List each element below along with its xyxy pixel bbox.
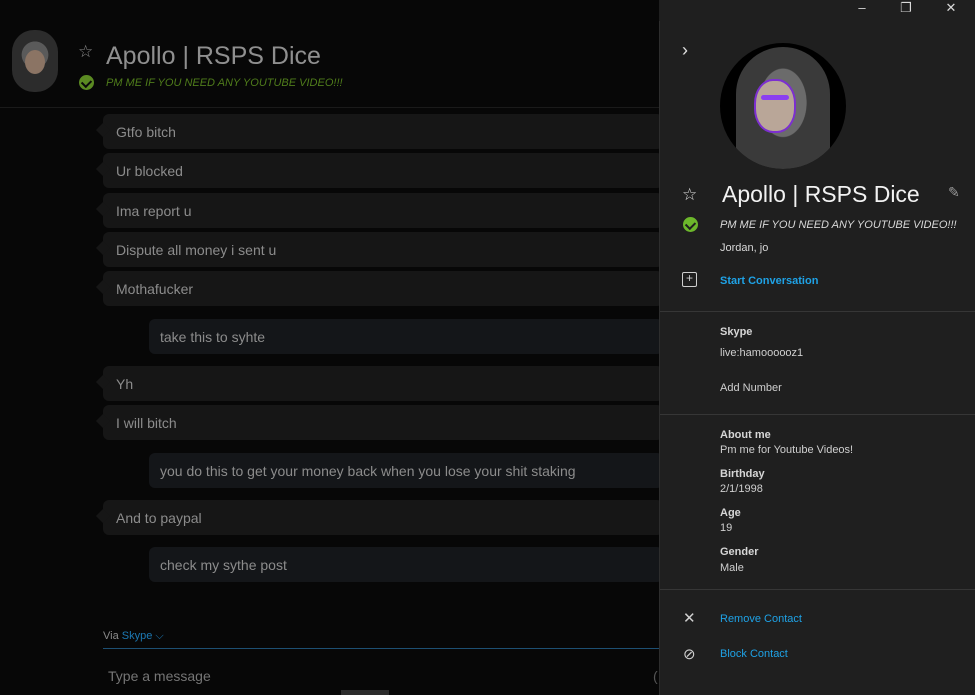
incoming-message[interactable]: Dispute all money i sent u (103, 232, 663, 267)
chat-contact-avatar[interactable] (12, 30, 58, 92)
incoming-message[interactable]: Yh (103, 366, 663, 401)
compose-underline (103, 648, 663, 649)
gender-label: Gender (720, 546, 759, 558)
birthday-label: Birthday (720, 468, 765, 480)
divider (660, 311, 975, 312)
online-status-icon (79, 75, 94, 90)
close-icon[interactable]: ✕ (936, 0, 966, 18)
scrollbar-handle[interactable] (341, 690, 389, 695)
chevron-right-icon[interactable]: › (682, 40, 688, 61)
about-label: About me (720, 429, 771, 441)
favorite-star-icon[interactable]: ☆ (682, 185, 697, 205)
edit-pencil-icon[interactable]: ✎ (948, 184, 960, 201)
birthday-value: 2/1/1998 (720, 483, 763, 495)
incoming-message[interactable]: Gtfo bitch (103, 114, 663, 149)
profile-name: Apollo | RSPS Dice (722, 181, 920, 207)
window-controls: – ❐ ✕ (659, 0, 975, 21)
age-label: Age (720, 507, 741, 519)
via-label: Via (103, 630, 119, 642)
emoji-icon[interactable]: ( (653, 668, 658, 684)
profile-alias: Jordan, jo (720, 242, 769, 254)
age-value: 19 (720, 522, 733, 534)
minimize-icon[interactable]: – (847, 0, 877, 18)
start-conversation-icon[interactable]: + (682, 272, 697, 287)
incoming-message[interactable]: I will bitch (103, 405, 663, 440)
chat-contact-name[interactable]: Apollo | RSPS Dice (106, 42, 321, 71)
incoming-message[interactable]: Ima report u (103, 193, 663, 228)
incoming-message[interactable]: And to paypal (103, 500, 663, 535)
incoming-message[interactable]: Ur blocked (103, 153, 663, 188)
chat-contact-mood: PM ME IF YOU NEED ANY YOUTUBE VIDEO!!! (106, 77, 343, 89)
message-input[interactable] (108, 668, 628, 684)
divider (660, 414, 975, 415)
remove-contact-link[interactable]: Remove Contact (720, 613, 802, 625)
profile-avatar (720, 43, 846, 169)
incoming-message[interactable]: Mothafucker (103, 271, 663, 306)
via-selector[interactable]: Via Skype ⌵ (103, 630, 164, 643)
add-number-link[interactable]: Add Number (720, 382, 782, 394)
favorite-star-icon[interactable]: ☆ (78, 42, 93, 62)
block-contact-link[interactable]: Block Contact (720, 648, 788, 660)
skype-id-link[interactable]: live:hamoooooz1 (720, 347, 803, 359)
profile-panel: › ☆ Apollo | RSPS Dice ✎ PM ME IF YOU NE… (659, 21, 975, 695)
divider (660, 589, 975, 590)
outgoing-message[interactable]: check my sythe post (149, 547, 663, 582)
gender-value: Male (720, 562, 744, 574)
skype-label: Skype (720, 326, 753, 338)
online-status-icon (683, 217, 698, 232)
outgoing-message[interactable]: take this to syhte (149, 319, 663, 354)
outgoing-message[interactable]: you do this to get your money back when … (149, 453, 663, 488)
profile-mood: PM ME IF YOU NEED ANY YOUTUBE VIDEO!!! (720, 219, 957, 231)
via-service-link[interactable]: Skype ⌵ (122, 630, 164, 642)
start-conversation-link[interactable]: Start Conversation (720, 275, 818, 287)
about-value: Pm me for Youtube Videos! (720, 444, 854, 456)
block-icon[interactable]: ⊘ (683, 645, 696, 663)
close-icon[interactable]: ✕ (683, 609, 696, 627)
restore-icon[interactable]: ❐ (891, 0, 921, 18)
